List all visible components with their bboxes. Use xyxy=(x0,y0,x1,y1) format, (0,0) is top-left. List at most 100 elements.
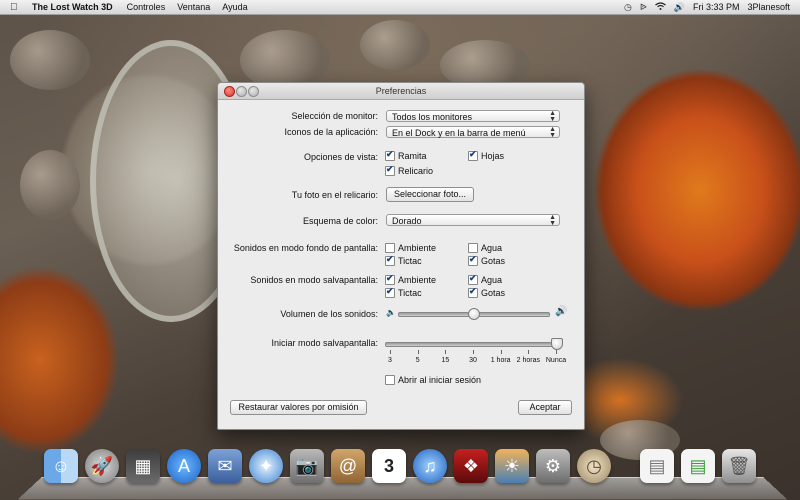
calendar-day: 3 xyxy=(383,455,394,476)
checkbox-box[interactable] xyxy=(385,287,395,298)
wallpaper-sound-tictac[interactable]: Tictac xyxy=(385,255,422,266)
checkbox-label: Gotas xyxy=(481,288,506,298)
restore-defaults-button[interactable]: Restaurar valores por omisión xyxy=(230,400,367,415)
slider-tick xyxy=(528,350,530,354)
checkbox-box[interactable] xyxy=(385,274,395,285)
checkbox-box[interactable] xyxy=(385,375,395,385)
calendar-icon[interactable]: 3 xyxy=(372,449,406,483)
select-arrows-icon: ▲ ▼ xyxy=(549,126,556,139)
monitor-select[interactable]: Todos los monitores ▲ ▼ xyxy=(386,110,560,123)
trash-icon[interactable]: 🗑 xyxy=(722,449,756,483)
menu-bar:  The Lost Watch 3D Controles Ventana Ay… xyxy=(0,0,800,15)
screensaver-sound-ambiente[interactable]: Ambiente xyxy=(385,274,437,285)
system-preferences-icon[interactable]: ⚙ xyxy=(536,449,570,483)
checkbox-box[interactable] xyxy=(468,287,478,298)
minimize-button[interactable] xyxy=(236,86,247,97)
pebble xyxy=(10,30,90,90)
menubar-clock[interactable]: Fri 3:33 PM xyxy=(693,2,740,12)
launchpad-icon[interactable]: 🚀 xyxy=(85,449,119,483)
contacts-icon[interactable]: @ xyxy=(331,449,365,483)
menu-ventana[interactable]: Ventana xyxy=(171,2,216,12)
checkbox-box[interactable] xyxy=(468,150,478,161)
volume-low-icon: 🔈 xyxy=(386,308,396,317)
checkbox-label: Tictac xyxy=(398,256,422,266)
checkbox-label: Ambiente xyxy=(398,275,437,285)
preferences-window: Preferencias Selección de monitor: Todos… xyxy=(217,82,585,430)
app-icons-select-value: En el Dock y en la barra de menú xyxy=(392,128,526,138)
screensaver-sound-agua[interactable]: Agua xyxy=(468,274,503,285)
window-titlebar[interactable]: Preferencias xyxy=(218,83,584,100)
volume-high-icon: 🔊 xyxy=(555,306,568,317)
volume-icon[interactable]: 🔊 xyxy=(674,2,685,13)
checkbox-box[interactable] xyxy=(468,243,478,253)
slider-tick xyxy=(473,350,474,354)
slider-tick xyxy=(556,350,557,354)
app-menu[interactable]: The Lost Watch 3D xyxy=(22,2,121,12)
checkbox-box[interactable] xyxy=(385,150,395,161)
app-icons-select[interactable]: En el Dock y en la barra de menú ▲ ▼ xyxy=(386,126,560,139)
document-icon[interactable]: ▤ xyxy=(640,449,674,483)
menu-ayuda[interactable]: Ayuda xyxy=(216,2,253,12)
wallpaper-sound-ambiente[interactable]: Ambiente xyxy=(385,243,436,253)
login-checkbox[interactable]: Abrir al iniciar sesión xyxy=(385,375,481,385)
document-2-icon[interactable]: ▤ xyxy=(681,449,715,483)
screensaver-sound-tictac[interactable]: Tictac xyxy=(385,287,422,298)
select-photo-button[interactable]: Seleccionar foto... xyxy=(386,187,474,202)
volume-slider-knob[interactable] xyxy=(468,308,480,320)
color-scheme-label: Esquema de color: xyxy=(302,216,378,226)
color-scheme-select[interactable]: Dorado ▲ ▼ xyxy=(386,214,560,227)
monitor-select-value: Todos los monitores xyxy=(392,112,473,122)
checkbox-label: Gotas xyxy=(481,256,506,266)
apple-menu-icon[interactable]:  xyxy=(10,2,22,13)
photo-booth-icon[interactable]: ❖ xyxy=(454,449,488,483)
checkbox-label: Tictac xyxy=(398,288,422,298)
checkbox-label: Agua xyxy=(481,275,503,285)
menu-controles[interactable]: Controles xyxy=(121,2,172,12)
checkbox-box[interactable] xyxy=(468,274,478,285)
checkbox-label: Relicario xyxy=(398,166,434,176)
screensaver-start-slider[interactable] xyxy=(385,342,559,347)
finder-icon[interactable]: ☺ xyxy=(44,449,78,483)
wallpaper-sound-agua[interactable]: Agua xyxy=(468,243,502,253)
checkbox-ramita[interactable]: Ramita xyxy=(385,150,427,161)
mail-icon[interactable]: ✉ xyxy=(208,449,242,483)
checkbox-label: Ambiente xyxy=(398,243,437,253)
pebble xyxy=(360,20,430,70)
checkbox-relicario[interactable]: Relicario xyxy=(385,165,434,176)
screensaver-start-knob[interactable] xyxy=(551,338,563,350)
safari-icon[interactable]: ✦ xyxy=(249,449,283,483)
checkbox-label: Ramita xyxy=(398,151,427,161)
close-button[interactable] xyxy=(224,86,235,97)
slider-tick-label: Nunca xyxy=(545,357,567,364)
slider-tick xyxy=(445,350,447,354)
slider-tick xyxy=(500,350,502,354)
select-arrows-icon: ▲ ▼ xyxy=(549,214,556,227)
app-store-icon[interactable]: A xyxy=(167,449,201,483)
lost-watch-icon[interactable]: ◷ xyxy=(577,449,611,483)
wallpaper-sounds-label: Sonidos en modo fondo de pantalla: xyxy=(233,243,378,253)
dock: ☺ 🚀 ▦ A ✉ ✦ 📷 @ 3 ♫ ❖ ☀ ⚙ ◷ ▤ ▤ 🗑 xyxy=(17,445,788,500)
volume-label: Volumen de los sonidos: xyxy=(280,309,378,319)
menubar-user[interactable]: 3Planesoft xyxy=(747,2,790,12)
checkbox-box[interactable] xyxy=(385,243,395,253)
wallpaper-sound-gotas[interactable]: Gotas xyxy=(468,255,506,266)
mission-control-icon[interactable]: ▦ xyxy=(126,449,160,483)
checkbox-box[interactable] xyxy=(385,165,395,176)
checkbox-hojas[interactable]: Hojas xyxy=(468,150,504,161)
checkbox-box[interactable] xyxy=(468,255,478,266)
time-machine-icon[interactable]: ◷ xyxy=(624,2,632,13)
checkbox-box[interactable] xyxy=(385,255,395,266)
screensaver-start-label: Iniciar modo salvapantalla: xyxy=(271,338,378,348)
itunes-icon[interactable]: ♫ xyxy=(413,449,447,483)
photo-label: Tu foto en el relicario: xyxy=(291,190,378,200)
facetime-icon[interactable]: 📷 xyxy=(290,449,324,483)
screensaver-sound-gotas[interactable]: Gotas xyxy=(468,287,506,298)
bluetooth-icon[interactable]: ᐉ xyxy=(640,2,647,13)
slider-tick xyxy=(417,350,419,354)
accept-button[interactable]: Aceptar xyxy=(518,400,572,415)
wifi-icon[interactable] xyxy=(654,2,666,12)
iphoto-icon[interactable]: ☀ xyxy=(495,449,529,483)
checkbox-label: Abrir al iniciar sesión xyxy=(398,375,482,385)
zoom-button[interactable] xyxy=(248,86,259,97)
app-icons-label: Iconos de la aplicación: xyxy=(284,127,378,137)
